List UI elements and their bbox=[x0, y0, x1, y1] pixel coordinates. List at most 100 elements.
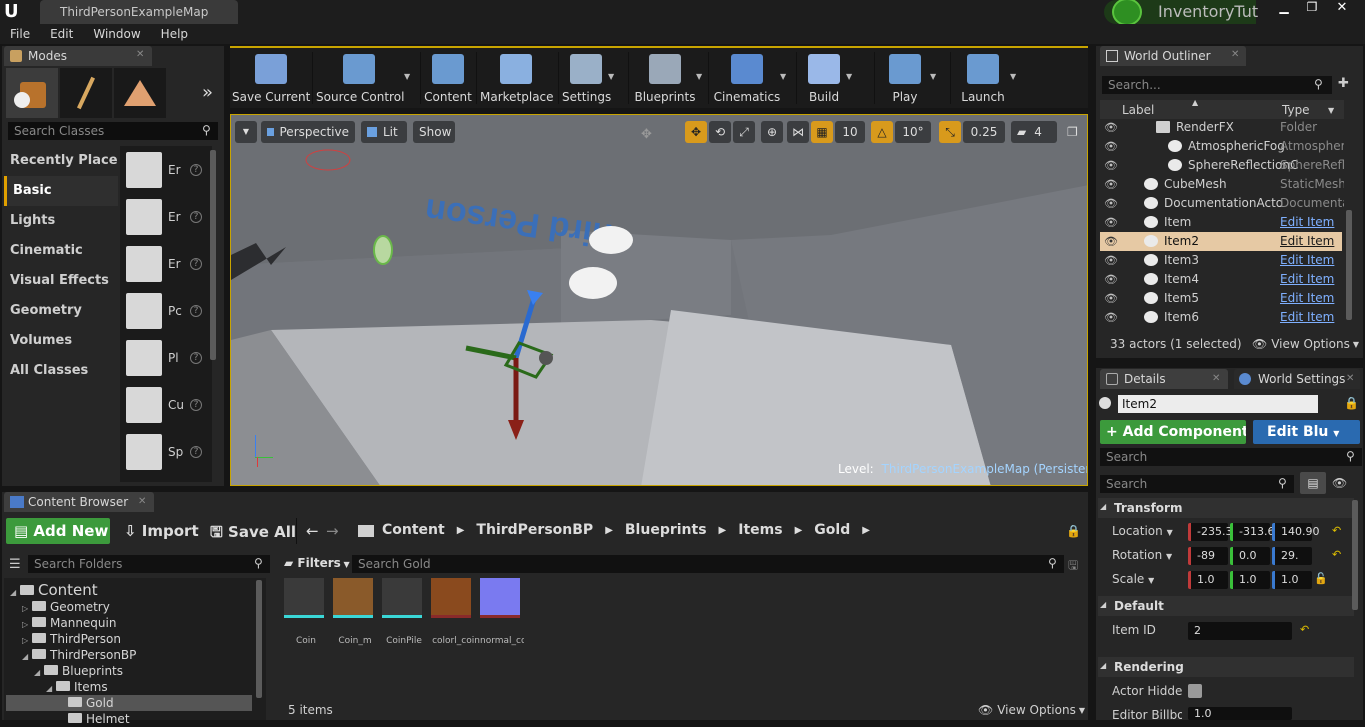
breadcrumb-separator-icon[interactable]: ▶ bbox=[719, 525, 727, 536]
breadcrumb-item[interactable]: ThirdPersonBP bbox=[476, 522, 593, 538]
outliner-scrollbar[interactable] bbox=[1346, 210, 1352, 320]
folder-tree-item[interactable]: Helmet bbox=[58, 711, 240, 727]
help-icon[interactable]: ? bbox=[190, 164, 202, 176]
outliner-row[interactable]: 👁 Item Edit Item bbox=[1100, 213, 1342, 232]
category-all-classes[interactable]: All Classes bbox=[4, 356, 118, 386]
dock-lock-icon[interactable]: 🔒 bbox=[1066, 524, 1081, 538]
transform-gizmo-icon[interactable]: ✥ bbox=[641, 127, 657, 143]
property-matrix-button[interactable]: ▤ bbox=[1300, 472, 1326, 494]
play-button[interactable]: Play bbox=[878, 50, 932, 106]
classes-scrollbar[interactable] bbox=[210, 150, 216, 360]
breadcrumb-item[interactable]: Content bbox=[382, 522, 445, 538]
cinematics-button[interactable]: Cinematics bbox=[712, 50, 782, 106]
scale-x[interactable]: 1.0 bbox=[1188, 571, 1228, 589]
folder-tree-item[interactable]: ◢ Blueprints bbox=[34, 663, 240, 679]
rotation-x[interactable]: -89 bbox=[1188, 547, 1228, 565]
scale-z[interactable]: 1.0 bbox=[1272, 571, 1312, 589]
edit-item-link[interactable]: Edit Item bbox=[1280, 232, 1344, 251]
category-recently-placed[interactable]: Recently Placed bbox=[4, 146, 118, 176]
scale-label[interactable]: Scale ▼ bbox=[1112, 572, 1154, 586]
expand-arrow-icon[interactable]: ◢ bbox=[10, 584, 20, 599]
visibility-eye-icon[interactable]: 👁 bbox=[1104, 156, 1118, 175]
lock-icon[interactable]: 🔒 bbox=[1344, 396, 1359, 410]
menu-help[interactable]: Help bbox=[151, 24, 198, 44]
close-outliner-icon[interactable]: ✕ bbox=[1231, 49, 1239, 60]
breadcrumb-separator-icon[interactable]: ▶ bbox=[862, 525, 870, 536]
help-icon[interactable]: ? bbox=[190, 305, 202, 317]
sources-toggle-icon[interactable]: ☰ bbox=[9, 557, 21, 572]
menu-file[interactable]: File bbox=[0, 24, 40, 44]
visibility-eye-icon[interactable]: 👁 bbox=[1104, 232, 1118, 251]
source-control-dropdown-icon[interactable]: ▼ bbox=[404, 72, 410, 81]
col-type[interactable]: Type bbox=[1282, 103, 1310, 117]
build-button[interactable]: Build bbox=[800, 50, 848, 106]
save-all-button[interactable]: 🖫 Save All bbox=[210, 522, 296, 547]
translate-mode-button[interactable]: ✥ bbox=[685, 121, 707, 143]
level-viewport[interactable]: hird Person Level: ThirdPersonExampleMap… bbox=[230, 114, 1088, 486]
camera-speed-button[interactable]: ▰ 4 bbox=[1011, 121, 1057, 143]
perspective-button[interactable]: Perspective bbox=[261, 121, 355, 143]
help-icon[interactable]: ? bbox=[190, 352, 202, 364]
outliner-row[interactable]: 👁 Item2 Edit Item bbox=[1100, 232, 1342, 251]
asset-tile[interactable]: colorl_coin bbox=[431, 578, 480, 650]
details-eye-icon[interactable]: 👁 bbox=[1332, 476, 1347, 490]
minimize-button[interactable]: ▁ bbox=[1272, 0, 1296, 16]
settings-dropdown-icon[interactable]: ▼ bbox=[608, 72, 614, 81]
tab-details[interactable]: Details bbox=[1100, 369, 1228, 389]
rendering-section[interactable]: Rendering bbox=[1098, 657, 1354, 677]
rotate-mode-button[interactable]: ⟲ bbox=[709, 121, 731, 143]
outliner-row[interactable]: 👁 Item5 Edit Item bbox=[1100, 289, 1342, 308]
folder-tree-item[interactable]: ▷ ThirdPerson bbox=[22, 631, 240, 647]
components-search-input[interactable]: Search bbox=[1100, 448, 1362, 466]
folder-tree-item[interactable]: Gold bbox=[6, 695, 252, 711]
close-window-button[interactable]: ✕ bbox=[1330, 0, 1354, 16]
world-local-button[interactable]: ⊕ bbox=[761, 121, 783, 143]
expand-arrow-icon[interactable]: ◢ bbox=[34, 665, 44, 679]
asset-tile[interactable]: Coin bbox=[284, 578, 328, 650]
save-current-button[interactable]: Save Current bbox=[232, 50, 310, 106]
back-arrow-icon[interactable]: ← bbox=[306, 522, 319, 540]
expand-arrow-icon[interactable]: ▷ bbox=[22, 617, 32, 631]
build-dropdown-icon[interactable]: ▼ bbox=[846, 72, 852, 81]
visibility-eye-icon[interactable]: 👁 bbox=[1104, 270, 1118, 289]
launch-dropdown-icon[interactable]: ▼ bbox=[1010, 72, 1016, 81]
visibility-eye-icon[interactable]: 👁 bbox=[1104, 137, 1118, 156]
grid-snap-toggle[interactable]: ▦ bbox=[811, 121, 833, 143]
outliner-row[interactable]: 👁SphereReflectionCSphereRefle bbox=[1100, 156, 1344, 175]
level-tab[interactable]: ThirdPersonExampleMap bbox=[40, 0, 238, 24]
menu-window[interactable]: Window bbox=[83, 24, 150, 44]
tree-scrollbar[interactable] bbox=[256, 580, 262, 698]
help-icon[interactable]: ? bbox=[190, 399, 202, 411]
grid-snap-value[interactable]: 10 bbox=[835, 121, 865, 143]
details-search-input[interactable]: Search bbox=[1100, 475, 1294, 493]
folder-tree-item[interactable]: ◢ Items bbox=[46, 679, 240, 695]
visibility-eye-icon[interactable]: 👁 bbox=[1104, 289, 1118, 308]
scale-snap-value[interactable]: 0.25 bbox=[963, 121, 1005, 143]
tab-modes[interactable]: Modes bbox=[4, 46, 152, 66]
breadcrumb-separator-icon[interactable]: ▶ bbox=[795, 525, 803, 536]
outliner-view-options[interactable]: 👁 View Options ▼ bbox=[1252, 337, 1359, 351]
item-id-input[interactable]: 2 bbox=[1188, 622, 1292, 640]
folder-tree-item[interactable]: ◢ ThirdPersonBP bbox=[22, 647, 240, 663]
scale-mode-button[interactable]: ⤢ bbox=[733, 121, 755, 143]
transform-section[interactable]: Transform bbox=[1098, 498, 1354, 518]
help-icon[interactable]: ? bbox=[190, 258, 202, 270]
class-item[interactable]: Cu? bbox=[126, 387, 206, 423]
class-item[interactable]: Pc? bbox=[126, 293, 206, 329]
save-search-icon[interactable]: 🖫 bbox=[1068, 556, 1078, 577]
show-button[interactable]: Show bbox=[413, 121, 455, 143]
outliner-row[interactable]: 👁 RenderFX Folder bbox=[1100, 118, 1342, 137]
place-mode-button[interactable] bbox=[6, 68, 58, 118]
category-visual-effects[interactable]: Visual Effects bbox=[4, 266, 118, 296]
breadcrumb-item[interactable]: Blueprints bbox=[625, 522, 707, 538]
close-modes-icon[interactable]: ✕ bbox=[136, 49, 144, 60]
tab-content-browser[interactable]: Content Browser bbox=[4, 492, 154, 512]
filters-button[interactable]: ▰ Filters ▼ bbox=[284, 556, 350, 570]
scale-snap-toggle[interactable]: ⤡ bbox=[939, 121, 961, 143]
play-dropdown-icon[interactable]: ▼ bbox=[930, 72, 936, 81]
outliner-row[interactable]: 👁AtmosphericFogAtmospheric bbox=[1100, 137, 1344, 156]
help-icon[interactable]: ? bbox=[190, 211, 202, 223]
default-section[interactable]: Default bbox=[1098, 596, 1354, 616]
category-volumes[interactable]: Volumes bbox=[4, 326, 118, 356]
viewport-options-button[interactable]: ▼ bbox=[235, 121, 257, 143]
